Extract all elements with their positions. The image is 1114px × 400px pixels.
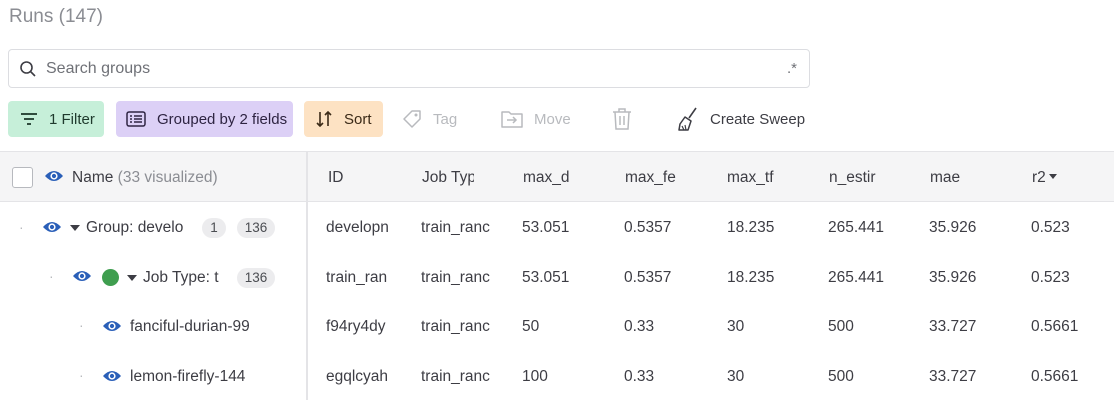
cell-max-features: 0.33 (624, 318, 655, 335)
eye-icon[interactable] (102, 318, 122, 334)
tag-label: Tag (433, 110, 458, 128)
column-header-max-features[interactable]: max_fe (625, 169, 679, 187)
expand-caret-icon[interactable] (127, 275, 137, 281)
cell-n-estimators: 265.441 (828, 219, 885, 236)
runs-table: Name (33 visualized) ID Job Typ max_d ma… (0, 151, 1114, 400)
cell-n-estimators: 500 (828, 318, 854, 335)
search-input[interactable]: Search groups (46, 60, 150, 78)
subgroup-name: Job Type: t (143, 269, 219, 286)
cell-max-tf: 30 (727, 368, 745, 385)
sort-arrows-icon (316, 110, 332, 128)
search-groups-bar[interactable]: Search groups .* (8, 49, 810, 88)
sort-desc-icon (1048, 174, 1057, 179)
cell-job-type: train_ranc (421, 318, 490, 335)
cell-r2: 0.523 (1031, 269, 1070, 286)
cell-max-features: 0.5357 (624, 219, 672, 236)
table-header: Name (33 visualized) ID Job Typ max_d ma… (0, 151, 1114, 202)
cell-mae: 33.727 (929, 368, 977, 385)
column-header-id[interactable]: ID (328, 169, 408, 187)
select-all-checkbox[interactable] (12, 167, 33, 188)
cell-mae: 35.926 (929, 219, 977, 236)
group-button[interactable]: Grouped by 2 fields (116, 101, 293, 137)
cell-job-type: train_ranc (421, 368, 490, 385)
cell-id: f94ry4dy (326, 318, 386, 335)
cell-max-depth: 100 (522, 368, 548, 385)
cell-max-features: 0.33 (624, 368, 655, 385)
cell-max-tf: 18.235 (727, 219, 775, 236)
list-icon (126, 111, 146, 127)
cell-max-depth: 53.051 (522, 219, 570, 236)
filter-icon (21, 113, 37, 125)
filter-button[interactable]: 1 Filter (8, 101, 104, 137)
eye-icon[interactable] (72, 268, 92, 284)
name-header-label: Name (72, 169, 114, 186)
tree-bullet: · (79, 317, 84, 333)
eye-icon[interactable] (102, 368, 122, 384)
column-header-max-tf[interactable]: max_tf (727, 169, 780, 187)
cell-mae: 35.926 (929, 269, 977, 286)
search-icon (20, 61, 36, 77)
column-header-job-type[interactable]: Job Typ (422, 169, 474, 187)
run-color-dot[interactable] (102, 269, 119, 286)
cell-id: egqlcyah (326, 368, 389, 385)
column-header-n-estimators[interactable]: n_estir (829, 169, 885, 187)
cell-id: train_ran (326, 269, 388, 286)
cell-r2: 0.523 (1031, 219, 1070, 236)
cell-max-depth: 50 (522, 318, 540, 335)
r2-label: r2 (1032, 169, 1046, 186)
tag-button[interactable]: Tag (402, 101, 472, 137)
tree-bullet: · (19, 219, 24, 235)
move-folder-icon (501, 111, 523, 128)
cell-n-estimators: 500 (828, 368, 854, 385)
page-title: Runs (147) (9, 6, 103, 27)
column-header-r2[interactable]: r2 (1032, 169, 1112, 187)
cell-job-type: train_ranc (421, 269, 490, 286)
eye-icon[interactable] (42, 219, 62, 235)
count-badge: 1 (202, 218, 226, 238)
column-header-mae[interactable]: mae (930, 169, 990, 187)
tag-icon (403, 110, 421, 128)
count-badge: 136 (237, 268, 275, 288)
column-divider[interactable] (306, 151, 308, 400)
sort-button[interactable]: Sort (304, 101, 383, 137)
cell-r2: 0.5661 (1031, 368, 1079, 385)
eye-icon[interactable] (44, 168, 64, 184)
cell-max-tf: 18.235 (727, 269, 775, 286)
tree-bullet: · (49, 268, 54, 284)
create-sweep-button[interactable]: Create Sweep (676, 101, 806, 137)
cell-mae: 33.727 (929, 318, 977, 335)
delete-button[interactable] (608, 101, 636, 137)
broom-icon (678, 107, 697, 131)
cell-n-estimators: 265.441 (828, 269, 885, 286)
cell-max-features: 0.5357 (624, 269, 672, 286)
move-button[interactable]: Move (498, 101, 578, 137)
name-column-header[interactable]: Name (33 visualized) (72, 169, 218, 187)
run-name[interactable]: lemon-firefly-144 (130, 368, 300, 386)
move-label: Move (534, 110, 571, 128)
run-name[interactable]: fanciful-durian-99 (130, 318, 300, 336)
cell-job-type: train_ranc (421, 219, 490, 236)
filter-label: 1 Filter (49, 110, 95, 128)
trash-icon (613, 108, 631, 130)
cell-id: developn (326, 219, 389, 236)
regex-toggle[interactable]: .* (787, 60, 797, 77)
column-header-max-depth[interactable]: max_d (523, 169, 577, 187)
group-name: Group: develo (86, 219, 184, 236)
sort-label: Sort (344, 110, 372, 128)
cell-r2: 0.5661 (1031, 318, 1079, 335)
cell-max-depth: 53.051 (522, 269, 570, 286)
group-label: Grouped by 2 fields (157, 110, 288, 128)
expand-caret-icon[interactable] (70, 225, 80, 231)
tree-bullet: · (79, 367, 84, 383)
create-sweep-label: Create Sweep (710, 110, 806, 128)
cell-max-tf: 30 (727, 318, 745, 335)
visualized-count: (33 visualized) (117, 169, 218, 186)
count-badge: 136 (237, 218, 275, 238)
